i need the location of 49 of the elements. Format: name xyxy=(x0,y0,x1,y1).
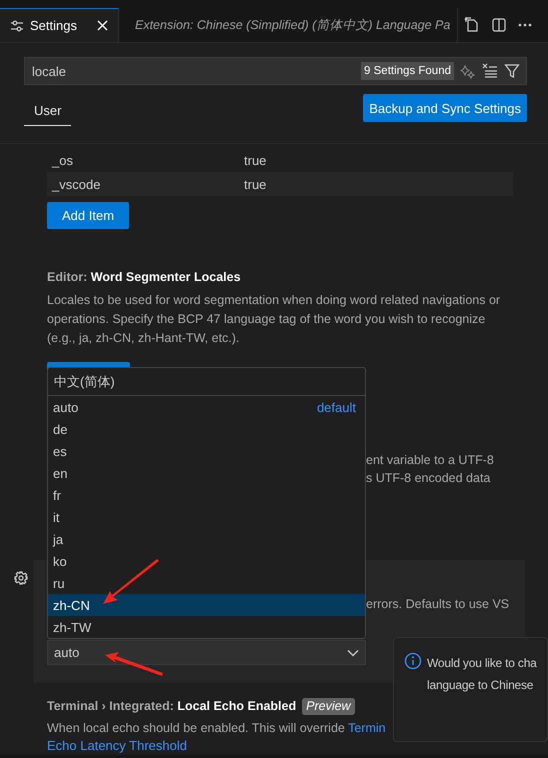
dropdown-option[interactable]: ko xyxy=(48,550,365,572)
setting-description: ent variable to a UTF-8 xyxy=(366,452,495,469)
setting-link[interactable]: Echo Latency Threshold xyxy=(47,738,187,753)
sliders-icon xyxy=(10,18,24,32)
open-file-icon[interactable] xyxy=(464,17,480,33)
notification-text: Would you like to cha xyxy=(427,655,537,672)
filter-icon[interactable] xyxy=(504,63,520,79)
default-label: default xyxy=(316,400,356,414)
table-cell-text: _os xyxy=(50,152,74,168)
setting-title: Editor: Word Segmenter Locales xyxy=(47,269,242,286)
setting-description: errors. Defaults to use VS xyxy=(366,596,510,613)
notification-text: language to Chinese xyxy=(427,677,534,694)
clear-filter-icon[interactable] xyxy=(482,63,498,79)
search-field[interactable]: locale 9 Settings Found xyxy=(24,57,527,85)
table-cell: true xyxy=(244,176,266,192)
add-item-button[interactable]: Add Item xyxy=(47,202,130,229)
setting-title: Terminal › Integrated: Local Echo Enabled xyxy=(47,698,296,715)
sync-button[interactable]: Backup and Sync Settings xyxy=(363,94,527,122)
annotation-arrow xyxy=(103,559,159,604)
scope-tab[interactable]: User xyxy=(24,96,72,126)
dropdown-option[interactable]: zh-TW xyxy=(48,616,365,638)
dropdown-option[interactable]: ru xyxy=(48,572,365,594)
close-icon[interactable] xyxy=(97,20,108,31)
dropdown-header: 中文(简体) xyxy=(48,368,365,396)
setting-description: Locales to be used for word segmentation when doing word related navigations or operations. Specify the BCP 47 language tag of the word you wish to recognize (e.g., ja, zh-CN, zh-Hant-TW, etc.). xyxy=(47,292,502,347)
dropdown-option[interactable]: auto default xyxy=(48,396,365,418)
table-cell: true xyxy=(244,152,266,168)
chevron-down-icon xyxy=(347,648,359,656)
info-icon xyxy=(404,652,422,670)
result-count: 9 Settings Found xyxy=(361,62,454,80)
annotation-arrow xyxy=(105,652,163,676)
dropdown-option[interactable]: en xyxy=(48,462,365,484)
setting-link[interactable]: Termin xyxy=(348,721,386,735)
setting-description: s UTF-8 encoded data xyxy=(366,470,492,487)
dropdown-option[interactable]: zh-CN xyxy=(48,594,365,616)
dropdown-option[interactable]: es xyxy=(48,440,365,462)
dropdown-option[interactable]: ja xyxy=(48,528,365,550)
dropdown-option[interactable]: fr xyxy=(48,484,365,506)
editor-tab[interactable]: Settings xyxy=(0,8,119,42)
gear-icon[interactable] xyxy=(14,571,28,585)
locale-select[interactable]: auto xyxy=(47,640,366,665)
split-editor-icon[interactable] xyxy=(491,17,507,33)
dropdown-option[interactable]: it xyxy=(48,506,365,528)
setting-description: When local echo should be enabled. This will override xyxy=(47,721,346,735)
more-icon[interactable] xyxy=(518,23,532,27)
table-cell-text: _vscode xyxy=(50,176,102,192)
sparkle-icon[interactable] xyxy=(460,63,476,79)
preview-badge: Preview xyxy=(302,698,355,714)
dropdown-option[interactable]: de xyxy=(48,418,365,440)
